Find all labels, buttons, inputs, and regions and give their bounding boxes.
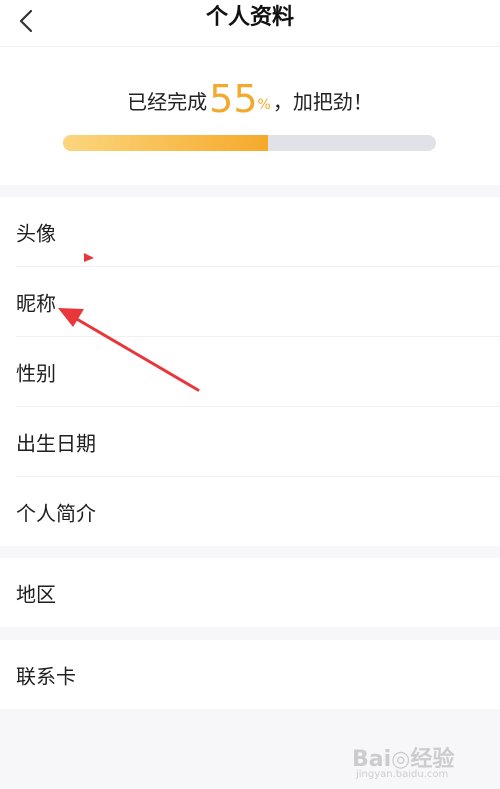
completion-suffix: ，加把劲！ xyxy=(272,90,373,114)
profile-row-label: 个人简介 xyxy=(16,501,96,525)
profile-row-nickname[interactable]: 昵称 xyxy=(16,267,500,337)
profile-basic-section: 头像 昵称 性别 出生日期 个人简介 xyxy=(0,197,500,546)
watermark-url: jingyan.baidu.com xyxy=(356,769,449,780)
profile-row-contact-card[interactable]: 联系卡 xyxy=(16,640,500,709)
top-bar: 个人资料 xyxy=(0,0,500,47)
profile-row-label: 地区 xyxy=(16,582,56,606)
completion-percent-number: 55 xyxy=(209,77,258,121)
profile-contact-section: 联系卡 xyxy=(0,640,500,709)
profile-row-gender[interactable]: 性别 xyxy=(16,337,500,407)
completion-progress-track xyxy=(63,135,436,151)
completion-text: 已经完成55% ，加把劲！ xyxy=(0,77,500,121)
profile-row-label: 性别 xyxy=(16,361,56,385)
profile-row-birthday[interactable]: 出生日期 xyxy=(16,407,500,477)
profile-region-section: 地区 xyxy=(0,558,500,627)
completion-prefix: 已经完成 xyxy=(127,90,208,114)
completion-progress-fill xyxy=(63,135,269,151)
profile-row-label: 头像 xyxy=(16,221,56,245)
page-title: 个人资料 xyxy=(205,5,294,30)
profile-row-avatar[interactable]: 头像 xyxy=(16,197,500,267)
profile-row-region[interactable]: 地区 xyxy=(16,558,500,627)
profile-row-label: 昵称 xyxy=(16,291,56,315)
profile-row-bio[interactable]: 个人简介 xyxy=(16,477,500,546)
profile-row-label: 联系卡 xyxy=(16,664,76,688)
profile-completion-card: 已经完成55% ，加把劲！ xyxy=(0,47,500,185)
baidu-jingyan-watermark: Bai◎经验 jingyan.baidu.com xyxy=(352,735,492,785)
completion-percent-sign: % xyxy=(257,97,271,113)
profile-row-label: 出生日期 xyxy=(16,431,96,455)
